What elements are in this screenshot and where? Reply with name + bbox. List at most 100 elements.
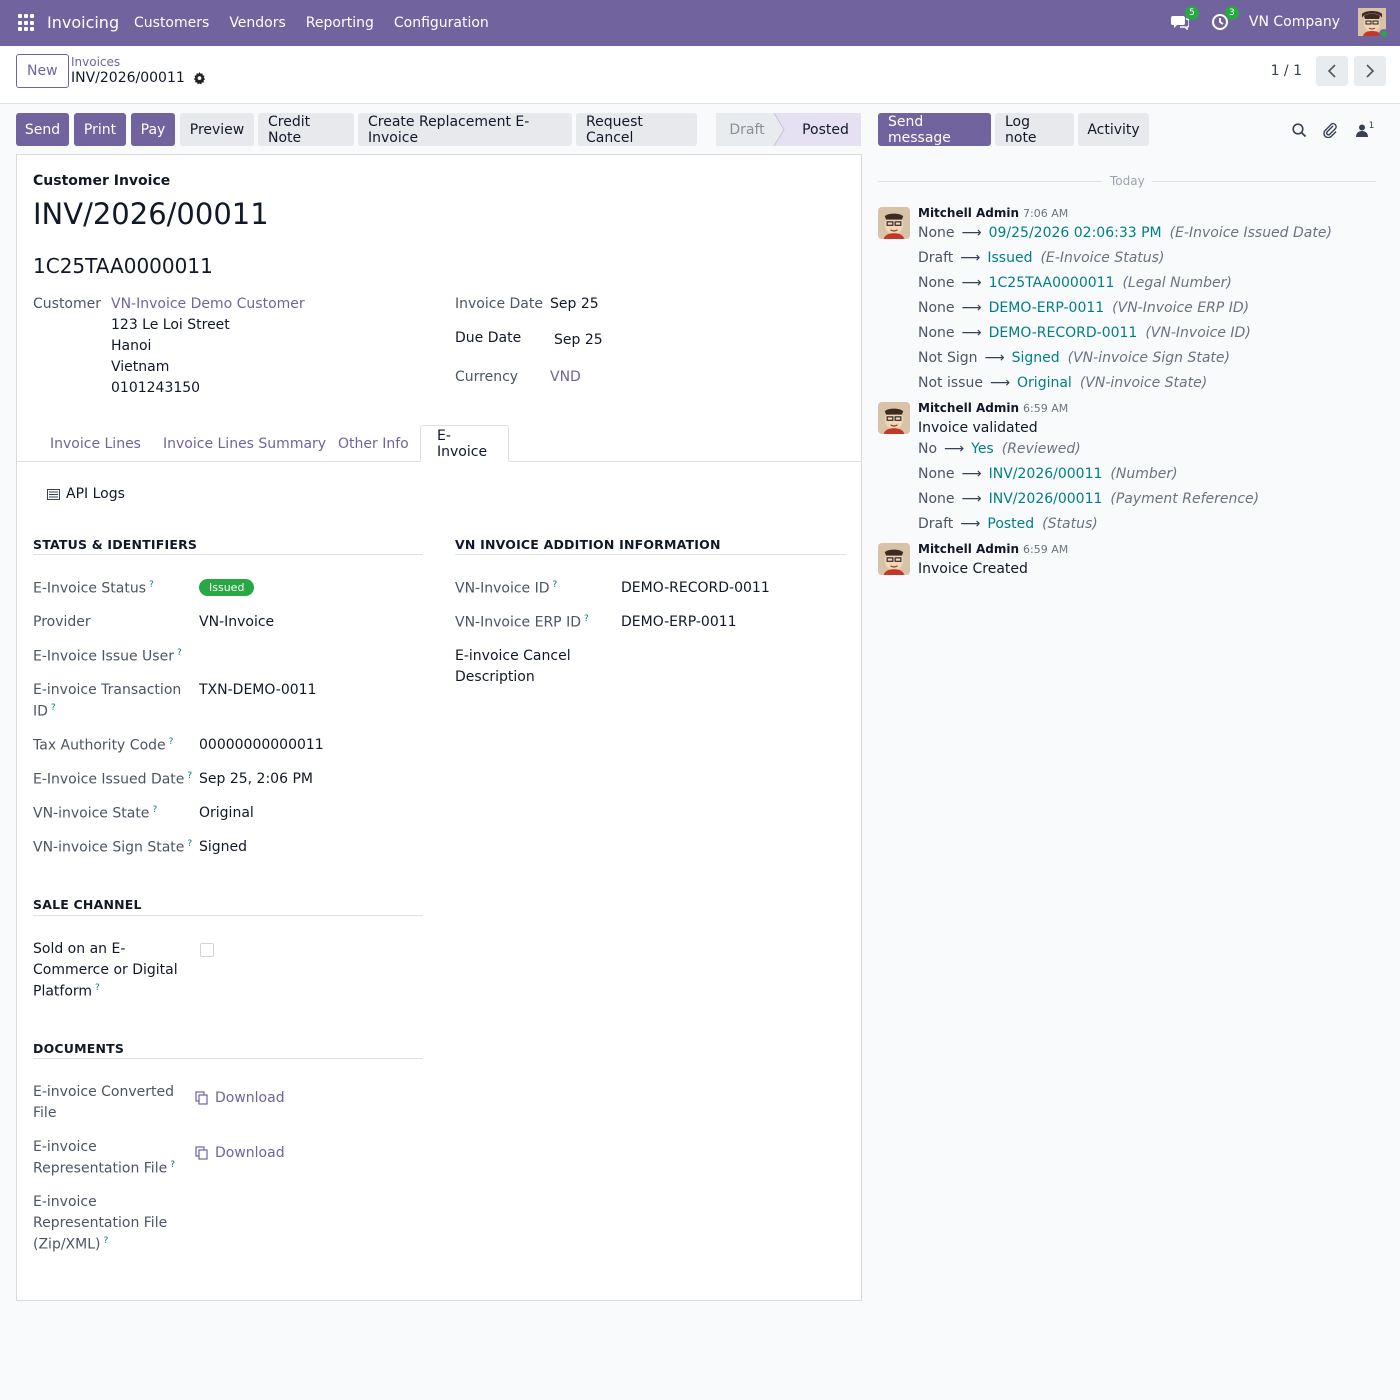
company-switcher[interactable]: VN Company (1249, 14, 1340, 30)
arrow-right-icon: ⟶ (984, 350, 1005, 366)
tracking-value: None ⟶ INV/2026/00011 (Payment Reference) (918, 491, 1260, 507)
activity-button[interactable]: Activity (1078, 113, 1149, 146)
section-vn-invoice-addition: VN INVOICE ADDITION INFORMATION (455, 537, 721, 552)
message-body: Invoice validated (918, 420, 1038, 436)
tab-e-invoice[interactable]: E-Invoice (420, 425, 509, 462)
vn-invoice-erp-id-value: DEMO-ERP-0011 (621, 614, 737, 630)
print-button[interactable]: Print (74, 113, 126, 146)
customer-label: Customer (33, 296, 102, 312)
pager-previous-button[interactable] (1316, 56, 1348, 86)
tab-invoice-lines-summary[interactable]: Invoice Lines Summary (147, 425, 342, 462)
tracking-value: None ⟶ 1C25TAA0000011 (Legal Number) (918, 275, 1232, 291)
status-draft[interactable]: Draft (716, 113, 778, 146)
tracking-value: Draft ⟶ Posted (Status) (918, 516, 1098, 532)
arrow-right-icon: ⟶ (961, 275, 982, 291)
copy-icon (195, 1146, 208, 1160)
due-date-label: Due Date (455, 330, 522, 346)
message-avatar[interactable] (878, 402, 910, 434)
online-status-dot (1379, 29, 1389, 39)
menu-configuration[interactable]: Configuration (394, 15, 489, 31)
gear-icon[interactable] (193, 71, 206, 85)
chevron-right-icon (1366, 64, 1375, 78)
log-note-button[interactable]: Log note (995, 113, 1074, 146)
app-name[interactable]: Invoicing (47, 13, 119, 32)
arrow-right-icon: ⟶ (960, 516, 981, 532)
due-date-value[interactable]: Sep 25 (554, 332, 603, 348)
preview-button[interactable]: Preview (180, 113, 254, 146)
paperclip-icon (1323, 123, 1337, 138)
search-messages-button[interactable] (1289, 120, 1309, 140)
followers-count: 1 (1368, 121, 1375, 131)
invoice-number-title: INV/2026/00011 (33, 197, 269, 231)
list-icon (47, 488, 60, 500)
breadcrumb-invoices[interactable]: Invoices (71, 55, 120, 69)
representation-file-label-line2: Representation File? (33, 1160, 175, 1177)
customer-link[interactable]: VN-Invoice Demo Customer (111, 296, 305, 312)
menu-vendors[interactable]: Vendors (229, 15, 285, 31)
breadcrumb-current-label: INV/2026/00011 (71, 70, 185, 86)
date-divider-left (878, 181, 1102, 182)
converted-file-download-button[interactable]: Download (195, 1090, 285, 1106)
menu-customers[interactable]: Customers (134, 15, 209, 31)
issued-date-label: E-Invoice Issued Date? (33, 771, 193, 788)
send-message-button[interactable]: Send message (878, 113, 991, 146)
customer-vat: 0101243150 (111, 380, 201, 396)
top-navbar: Invoicing Customers Vendors Reporting Co… (0, 0, 1400, 46)
converted-file-label-line1: E-invoice Converted (33, 1084, 175, 1100)
request-cancel-button[interactable]: Request Cancel (576, 113, 697, 146)
cancel-description-label-line2: Description (455, 669, 535, 685)
messages-button[interactable]: 5 (1169, 6, 1199, 33)
tab-invoice-lines[interactable]: Invoice Lines (34, 425, 157, 462)
vn-invoice-erp-id-label: VN-Invoice ERP ID? (455, 614, 589, 631)
menu-reporting[interactable]: Reporting (306, 15, 374, 31)
status-separator-icon (774, 113, 788, 146)
sold-ecommerce-label-line3: Platform? (33, 983, 100, 1000)
invoice-date-value[interactable]: Sep 25 (550, 296, 599, 312)
status-posted[interactable]: Posted (778, 113, 861, 146)
arrow-right-icon: ⟶ (961, 491, 982, 507)
followers-button[interactable]: 1 (1352, 120, 1378, 140)
activities-button[interactable]: 3 (1209, 6, 1239, 33)
tracking-value: Not Sign ⟶ Signed (VN-invoice Sign State) (918, 350, 1230, 366)
vn-invoice-id-value: DEMO-RECORD-0011 (621, 580, 770, 596)
einvoice-status-label: E-Invoice Status? (33, 580, 154, 597)
message-author: Mitchell Admin 6:59 AM (918, 542, 1069, 556)
message-time: 6:59 AM (1023, 402, 1069, 415)
tab-other-info[interactable]: Other Info (322, 425, 425, 462)
section-status-identifiers: STATUS & IDENTIFIERS (33, 537, 198, 552)
pay-button[interactable]: Pay (131, 113, 175, 146)
currency-value[interactable]: VND (550, 369, 581, 385)
search-icon (1291, 122, 1306, 137)
message-author: Mitchell Admin 7:06 AM (918, 206, 1069, 220)
tracking-value: No ⟶ Yes (Reviewed) (918, 441, 1081, 457)
invoice-date-label: Invoice Date (455, 296, 543, 312)
representation-file-download-button[interactable]: Download (195, 1145, 285, 1161)
section-sale-channel: SALE CHANNEL (33, 897, 142, 912)
create-replacement-einvoice-button[interactable]: Create Replacement E-Invoice (358, 113, 572, 146)
status-bar: Draft Posted (716, 113, 861, 146)
tracking-value: None ⟶ DEMO-ERP-0011 (VN-Invoice ERP ID) (918, 300, 1250, 316)
credit-note-button[interactable]: Credit Note (258, 113, 354, 146)
user-avatar[interactable] (1358, 8, 1389, 39)
tracking-value: Not issue ⟶ Original (VN-invoice State) (918, 375, 1208, 391)
date-divider-right (1152, 181, 1376, 182)
sign-state-label: VN-invoice Sign State? (33, 839, 193, 856)
message-author: Mitchell Admin 6:59 AM (918, 401, 1069, 415)
message-avatar[interactable] (878, 543, 910, 575)
send-button[interactable]: Send (16, 113, 69, 146)
sold-ecommerce-checkbox[interactable] (200, 943, 214, 957)
pager-next-button[interactable] (1354, 56, 1386, 86)
representation-zip-label-line1: E-invoice (33, 1194, 97, 1210)
api-logs-button[interactable]: API Logs (47, 486, 125, 502)
message-avatar[interactable] (878, 207, 910, 239)
attachments-button[interactable] (1320, 120, 1340, 140)
arrow-right-icon: ⟶ (961, 300, 982, 316)
api-logs-label: API Logs (66, 486, 125, 502)
message-time: 7:06 AM (1023, 207, 1069, 220)
pager-value[interactable]: 1 / 1 (1271, 63, 1302, 79)
main-menu: Customers Vendors Reporting Configuratio… (134, 15, 489, 31)
tax-authority-code-value: 00000000000011 (199, 737, 324, 753)
app-grid-icon[interactable] (18, 14, 36, 32)
user-face-icon (878, 543, 910, 575)
new-button[interactable]: New (16, 54, 69, 88)
